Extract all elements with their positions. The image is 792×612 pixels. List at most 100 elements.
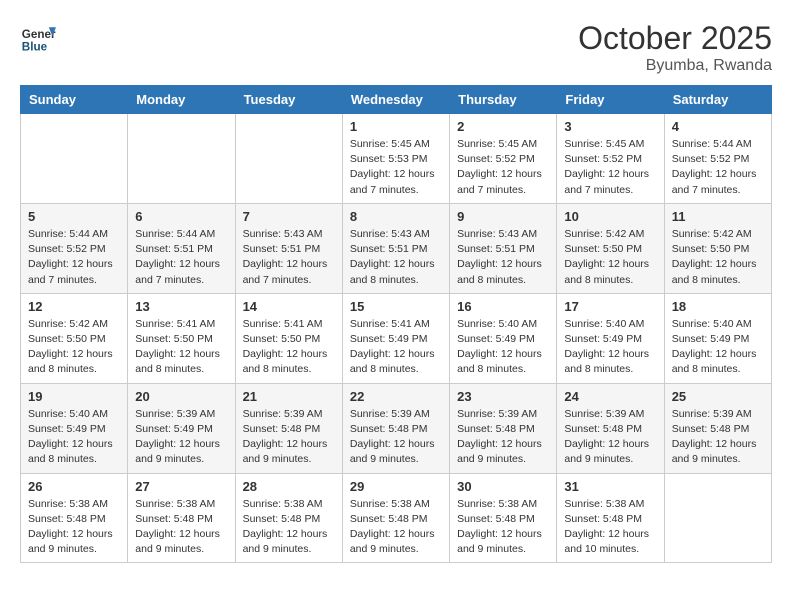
day-number: 21 — [243, 389, 335, 404]
calendar-cell: 14 Sunrise: 5:41 AM Sunset: 5:50 PM Dayli… — [235, 293, 342, 383]
day-number: 11 — [672, 209, 764, 224]
weekday-header-saturday: Saturday — [664, 86, 771, 114]
day-info: Sunrise: 5:38 AM Sunset: 5:48 PM Dayligh… — [564, 497, 656, 558]
calendar-cell — [128, 114, 235, 204]
day-number: 26 — [28, 479, 120, 494]
day-number: 27 — [135, 479, 227, 494]
day-number: 7 — [243, 209, 335, 224]
page-header: General Blue October 2025 Byumba, Rwanda — [20, 20, 772, 75]
calendar-cell: 9Sunrise: 5:43 AM Sunset: 5:51 PM Daylig… — [450, 203, 557, 293]
day-number: 9 — [457, 209, 549, 224]
calendar-cell: 13 Sunrise: 5:41 AM Sunset: 5:50 PM Dayli… — [128, 293, 235, 383]
day-info: Sunrise: 5:40 AM Sunset: 5:49 PM Dayligh… — [457, 317, 549, 378]
day-number: 16 — [457, 299, 549, 314]
calendar-cell: 25 Sunrise: 5:39 AM Sunset: 5:48 PM Dayli… — [664, 383, 771, 473]
logo-icon: General Blue — [20, 20, 56, 56]
calendar-cell: 3Sunrise: 5:45 AM Sunset: 5:52 PM Daylig… — [557, 114, 664, 204]
calendar-cell: 20Sunrise: 5:39 AM Sunset: 5:49 PM Dayli… — [128, 383, 235, 473]
day-number: 12 — [28, 299, 120, 314]
weekday-header-wednesday: Wednesday — [342, 86, 449, 114]
calendar-cell: 19 Sunrise: 5:40 AM Sunset: 5:49 PM Dayli… — [21, 383, 128, 473]
day-info: Sunrise: 5:41 AM Sunset: 5:50 PM Dayligh… — [243, 317, 335, 378]
day-info: Sunrise: 5:42 AM Sunset: 5:50 PM Dayligh… — [564, 227, 656, 288]
day-number: 3 — [564, 119, 656, 134]
day-info: Sunrise: 5:39 AM Sunset: 5:48 PM Dayligh… — [243, 407, 335, 468]
calendar-cell: 7Sunrise: 5:43 AM Sunset: 5:51 PM Daylig… — [235, 203, 342, 293]
calendar-cell: 2Sunrise: 5:45 AM Sunset: 5:52 PM Daylig… — [450, 114, 557, 204]
day-number: 13 — [135, 299, 227, 314]
day-number: 25 — [672, 389, 764, 404]
day-info: Sunrise: 5:44 AM Sunset: 5:52 PM Dayligh… — [28, 227, 120, 288]
calendar-cell: 17Sunrise: 5:40 AM Sunset: 5:49 PM Dayli… — [557, 293, 664, 383]
calendar-table: SundayMondayTuesdayWednesdayThursdayFrid… — [20, 85, 772, 563]
calendar-cell: 4 Sunrise: 5:44 AM Sunset: 5:52 PM Daylig… — [664, 114, 771, 204]
weekday-header-monday: Monday — [128, 86, 235, 114]
day-info: Sunrise: 5:42 AM Sunset: 5:50 PM Dayligh… — [672, 227, 764, 288]
calendar-cell: 21 Sunrise: 5:39 AM Sunset: 5:48 PM Dayli… — [235, 383, 342, 473]
calendar-week-1: 1 Sunrise: 5:45 AM Sunset: 5:53 PM Daylig… — [21, 114, 772, 204]
svg-text:Blue: Blue — [22, 41, 48, 54]
day-number: 19 — [28, 389, 120, 404]
calendar-cell: 8 Sunrise: 5:43 AM Sunset: 5:51 PM Daylig… — [342, 203, 449, 293]
logo: General Blue — [20, 20, 56, 56]
day-info: Sunrise: 5:44 AM Sunset: 5:52 PM Dayligh… — [672, 137, 764, 198]
day-info: Sunrise: 5:39 AM Sunset: 5:48 PM Dayligh… — [564, 407, 656, 468]
day-number: 6 — [135, 209, 227, 224]
calendar-week-5: 26 Sunrise: 5:38 AM Sunset: 5:48 PM Dayli… — [21, 473, 772, 563]
day-number: 4 — [672, 119, 764, 134]
calendar-cell: 30Sunrise: 5:38 AM Sunset: 5:48 PM Dayli… — [450, 473, 557, 563]
calendar-cell: 6Sunrise: 5:44 AM Sunset: 5:51 PM Daylig… — [128, 203, 235, 293]
day-info: Sunrise: 5:43 AM Sunset: 5:51 PM Dayligh… — [350, 227, 442, 288]
calendar-cell: 29Sunrise: 5:38 AM Sunset: 5:48 PM Dayli… — [342, 473, 449, 563]
calendar-cell: 15 Sunrise: 5:41 AM Sunset: 5:49 PM Dayli… — [342, 293, 449, 383]
day-info: Sunrise: 5:41 AM Sunset: 5:50 PM Dayligh… — [135, 317, 227, 378]
day-info: Sunrise: 5:39 AM Sunset: 5:48 PM Dayligh… — [457, 407, 549, 468]
calendar-week-3: 12 Sunrise: 5:42 AM Sunset: 5:50 PM Dayli… — [21, 293, 772, 383]
day-number: 10 — [564, 209, 656, 224]
calendar-cell — [664, 473, 771, 563]
calendar-week-4: 19 Sunrise: 5:40 AM Sunset: 5:49 PM Dayli… — [21, 383, 772, 473]
day-info: Sunrise: 5:38 AM Sunset: 5:48 PM Dayligh… — [135, 497, 227, 558]
calendar-cell: 1 Sunrise: 5:45 AM Sunset: 5:53 PM Daylig… — [342, 114, 449, 204]
day-number: 8 — [350, 209, 442, 224]
calendar-cell: 11 Sunrise: 5:42 AM Sunset: 5:50 PM Dayli… — [664, 203, 771, 293]
day-number: 24 — [564, 389, 656, 404]
day-number: 22 — [350, 389, 442, 404]
day-info: Sunrise: 5:38 AM Sunset: 5:48 PM Dayligh… — [28, 497, 120, 558]
day-info: Sunrise: 5:40 AM Sunset: 5:49 PM Dayligh… — [28, 407, 120, 468]
day-info: Sunrise: 5:45 AM Sunset: 5:52 PM Dayligh… — [457, 137, 549, 198]
day-number: 1 — [350, 119, 442, 134]
calendar-cell: 22 Sunrise: 5:39 AM Sunset: 5:48 PM Dayli… — [342, 383, 449, 473]
day-number: 31 — [564, 479, 656, 494]
weekday-header-sunday: Sunday — [21, 86, 128, 114]
day-info: Sunrise: 5:40 AM Sunset: 5:49 PM Dayligh… — [672, 317, 764, 378]
day-info: Sunrise: 5:42 AM Sunset: 5:50 PM Dayligh… — [28, 317, 120, 378]
title-block: October 2025 Byumba, Rwanda — [578, 20, 772, 75]
calendar-cell: 5 Sunrise: 5:44 AM Sunset: 5:52 PM Daylig… — [21, 203, 128, 293]
day-number: 15 — [350, 299, 442, 314]
day-number: 17 — [564, 299, 656, 314]
month-title: October 2025 — [578, 20, 772, 57]
day-info: Sunrise: 5:38 AM Sunset: 5:48 PM Dayligh… — [350, 497, 442, 558]
weekday-header-friday: Friday — [557, 86, 664, 114]
day-info: Sunrise: 5:39 AM Sunset: 5:48 PM Dayligh… — [350, 407, 442, 468]
day-number: 23 — [457, 389, 549, 404]
day-info: Sunrise: 5:38 AM Sunset: 5:48 PM Dayligh… — [457, 497, 549, 558]
day-number: 20 — [135, 389, 227, 404]
calendar-cell: 16 Sunrise: 5:40 AM Sunset: 5:49 PM Dayli… — [450, 293, 557, 383]
calendar-cell: 10 Sunrise: 5:42 AM Sunset: 5:50 PM Dayli… — [557, 203, 664, 293]
calendar-cell: 12 Sunrise: 5:42 AM Sunset: 5:50 PM Dayli… — [21, 293, 128, 383]
calendar-cell: 27 Sunrise: 5:38 AM Sunset: 5:48 PM Dayli… — [128, 473, 235, 563]
calendar-cell: 23 Sunrise: 5:39 AM Sunset: 5:48 PM Dayli… — [450, 383, 557, 473]
calendar-week-2: 5 Sunrise: 5:44 AM Sunset: 5:52 PM Daylig… — [21, 203, 772, 293]
day-number: 18 — [672, 299, 764, 314]
calendar-cell: 28Sunrise: 5:38 AM Sunset: 5:48 PM Dayli… — [235, 473, 342, 563]
calendar-cell: 31 Sunrise: 5:38 AM Sunset: 5:48 PM Dayli… — [557, 473, 664, 563]
day-info: Sunrise: 5:45 AM Sunset: 5:53 PM Dayligh… — [350, 137, 442, 198]
location: Byumba, Rwanda — [578, 57, 772, 75]
day-number: 14 — [243, 299, 335, 314]
day-info: Sunrise: 5:39 AM Sunset: 5:48 PM Dayligh… — [672, 407, 764, 468]
day-info: Sunrise: 5:41 AM Sunset: 5:49 PM Dayligh… — [350, 317, 442, 378]
day-number: 5 — [28, 209, 120, 224]
calendar-cell: 18 Sunrise: 5:40 AM Sunset: 5:49 PM Dayli… — [664, 293, 771, 383]
